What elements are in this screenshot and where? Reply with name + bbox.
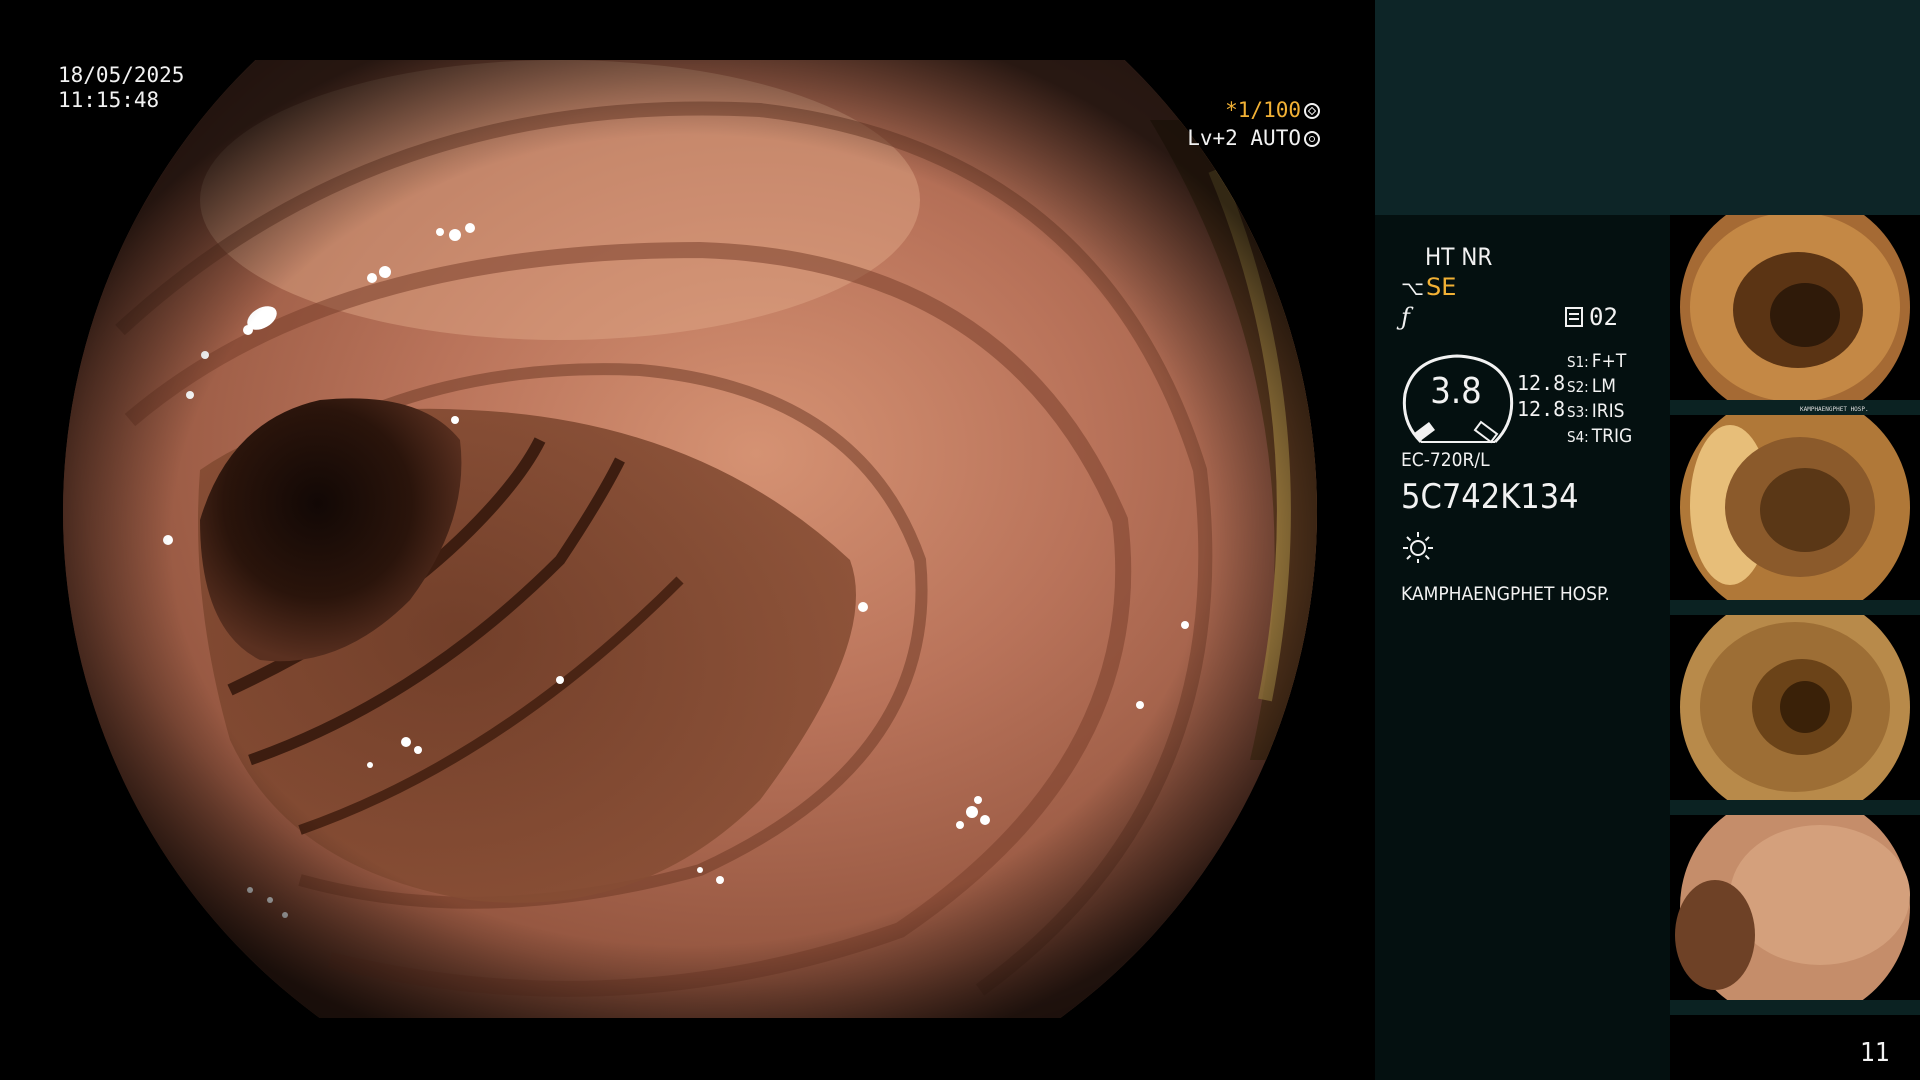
scope-model: EC-720R/L (1401, 449, 1490, 471)
exam-date: 18/05/2025 (58, 63, 185, 87)
scope-serial-number: 5C742K134 (1401, 477, 1579, 517)
svg-text:KAMPHAENGPHET HOSP.: KAMPHAENGPHET HOSP. (1800, 406, 1869, 413)
auto-iris-icon (1304, 131, 1320, 147)
gauge-secondary-value-2: 12.8 (1517, 397, 1566, 421)
hospital-name: KAMPHAENGPHET HOSP. (1401, 583, 1610, 605)
endoscopic-image (63, 60, 1317, 1018)
shutter-value: 1/100 (1237, 98, 1301, 122)
thumbnail-3[interactable] (1670, 615, 1920, 815)
structure-enhancement-row: ⌥SE (1401, 273, 1456, 301)
gauge-secondary-value-1: 12.8 (1517, 371, 1566, 395)
enhancement-icon: ⌥ (1401, 276, 1425, 300)
switch-2: S2: LM (1567, 375, 1616, 397)
ht-nr-label: HT NR (1425, 243, 1493, 271)
memo-count: 02 (1589, 303, 1618, 331)
shutter-prefix: * (1225, 98, 1238, 122)
light-source-icon (1403, 532, 1433, 563)
memo-icon (1565, 307, 1583, 327)
gauge-value: 3.8 (1430, 371, 1482, 412)
function-icon: ƒ (1401, 303, 1410, 331)
memo-counter: 02 (1565, 303, 1618, 331)
thumbnail-2[interactable] (1670, 415, 1920, 615)
thumbnail-1[interactable]: KAMPHAENGPHET HOSP. (1670, 215, 1920, 415)
thumbnail-4[interactable] (1670, 815, 1920, 1015)
shutter-speed-indicator: *1/100 (1225, 98, 1320, 123)
switch-4: S4: TRIG (1567, 425, 1633, 447)
exam-time: 11:15:48 (58, 88, 160, 112)
brightness-level-indicator: Lv+2 AUTO (1187, 126, 1320, 151)
endoscopy-screen: 18/05/2025 11:15:48 *1/100 Lv+2 AUTO HT … (0, 0, 1920, 1080)
switch-1: S1: F+T (1567, 350, 1627, 372)
endoscopic-view: 18/05/2025 11:15:48 *1/100 Lv+2 AUTO (0, 0, 1375, 1080)
brightness-level: Lv+2 AUTO (1187, 126, 1301, 150)
thumbnail-strip: KAMPHAENGPHET HOSP. (1670, 215, 1920, 1015)
shutter-icon (1304, 103, 1320, 119)
page-number: 11 (1860, 1038, 1890, 1068)
top-panel (1375, 0, 1920, 215)
switch-3: S3: IRIS (1567, 400, 1625, 422)
info-panel: HT NR ⌥SE ƒ 02 3.8 12.8 12.8 S1: F+T S2: L… (1375, 215, 1670, 1080)
se-label: SE (1426, 273, 1457, 301)
